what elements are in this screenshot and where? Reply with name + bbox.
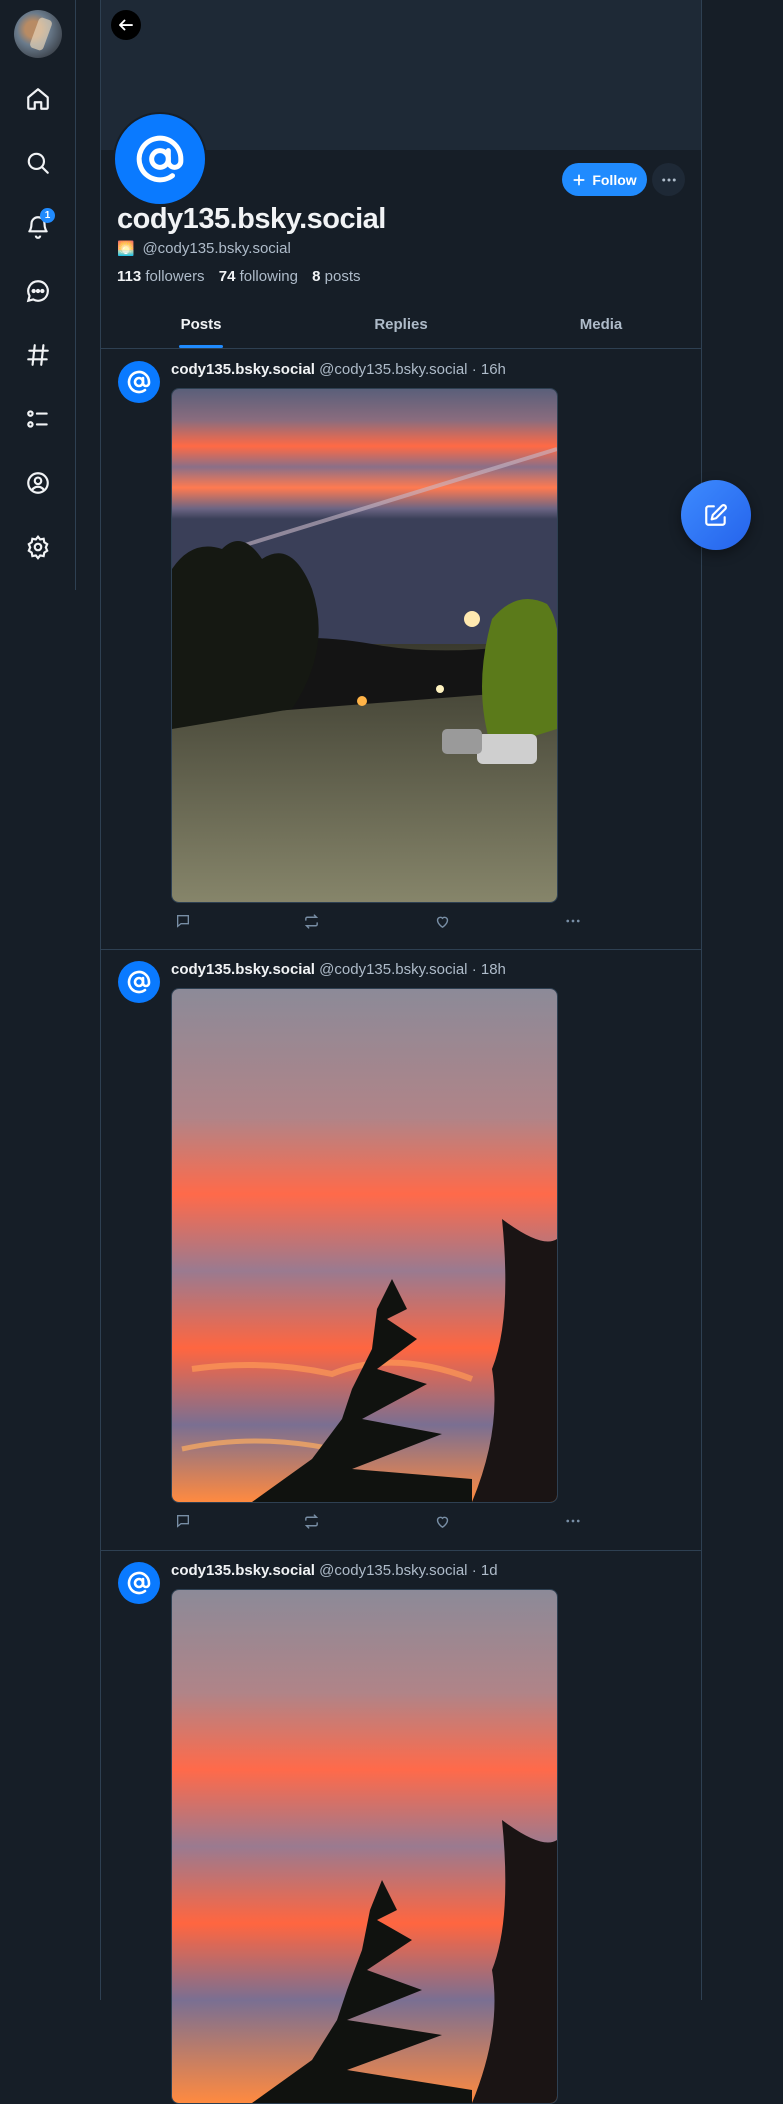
chat-icon [26,280,49,303]
profile-more-button[interactable] [652,163,685,196]
notification-badge: 1 [40,208,55,223]
settings-icon [27,534,49,560]
profile-handle-row: 🌅 @cody135.bsky.social [117,240,291,257]
profile-display-name: cody135.bsky.social [117,203,386,235]
post-author-avatar[interactable] [118,361,160,403]
profile-icon [27,472,49,494]
comment-icon [177,915,189,928]
chat-nav-button[interactable] [13,266,63,316]
followers-label[interactable]: followers [145,268,204,285]
feed-post[interactable]: cody135.bsky.social @cody135.bsky.social… [101,349,701,950]
post-header: cody135.bsky.social @cody135.bsky.social… [171,961,506,978]
sunset-street-photo [172,389,557,902]
back-button[interactable] [111,10,141,40]
profile-handle: @cody135.bsky.social [142,240,291,257]
following-label[interactable]: following [240,268,298,285]
feeds-nav-button[interactable] [13,330,63,380]
list-icon [27,410,48,428]
at-sign-icon [127,370,151,394]
repost-icon [304,1513,318,1529]
profile-nav-button[interactable] [13,458,63,508]
profile-avatar[interactable] [113,112,207,206]
post-timestamp[interactable]: · 18h [472,961,506,978]
post-author-name[interactable]: cody135.bsky.social [171,961,315,978]
home-nav-button[interactable] [13,74,63,124]
post-author-handle: @cody135.bsky.social [319,361,468,378]
tab-posts[interactable]: Posts [101,306,301,348]
lists-nav-button[interactable] [13,394,63,444]
ellipsis-icon [661,178,676,181]
post-author-handle: @cody135.bsky.social [319,961,468,978]
repost-button[interactable] [299,1509,323,1533]
hashtag-icon [27,344,49,366]
compose-icon [705,504,727,526]
post-timestamp[interactable]: · 16h [472,361,506,378]
post-more-button[interactable] [561,909,585,933]
post-image[interactable] [171,988,558,1503]
plus-icon [573,173,585,186]
at-sign-icon [127,1571,151,1595]
home-icon [27,88,49,110]
post-actions [171,909,591,933]
ellipsis-icon [566,1519,580,1523]
like-button[interactable] [430,1509,454,1533]
search-icon [27,152,49,174]
post-header: cody135.bsky.social @cody135.bsky.social… [171,361,506,378]
left-nav-rail: 1 [0,0,76,590]
post-timestamp[interactable]: · 1d [472,1562,498,1579]
post-author-name[interactable]: cody135.bsky.social [171,1562,315,1579]
arrow-left-icon [119,19,133,31]
posts-label: posts [324,268,361,285]
at-sign-icon [136,135,184,183]
sunset-sky-photo [172,1590,557,2103]
post-image[interactable] [171,388,558,903]
like-button[interactable] [430,909,454,933]
follow-button-label: Follow [592,171,637,188]
post-author-name[interactable]: cody135.bsky.social [171,361,315,378]
sunrise-emoji-icon: 🌅 [117,240,135,256]
profile-tabs: Posts Replies Media [101,306,701,349]
repost-button[interactable] [299,909,323,933]
sunset-sky-photo [172,989,557,1502]
post-author-avatar[interactable] [118,961,160,1003]
tab-media[interactable]: Media [501,306,701,348]
heart-icon [436,1516,448,1528]
followers-count: 113 [117,268,142,285]
comment-icon [177,1515,189,1528]
post-actions [171,1509,591,1533]
posts-count: 8 [312,268,321,285]
current-user-avatar[interactable] [14,10,62,58]
at-sign-icon [127,970,151,994]
heart-icon [436,916,448,928]
post-author-avatar[interactable] [118,1562,160,1604]
settings-nav-button[interactable] [13,522,63,572]
profile-stats: 113 followers 74 following 8 posts [117,268,361,285]
tab-replies[interactable]: Replies [301,306,501,348]
feed-post[interactable]: cody135.bsky.social @cody135.bsky.social… [101,1550,701,2104]
feed-post[interactable]: cody135.bsky.social @cody135.bsky.social… [101,949,701,1551]
post-image[interactable] [171,1589,558,2104]
follow-button[interactable]: Follow [562,163,647,196]
repost-icon [304,913,318,929]
ellipsis-icon [566,919,580,923]
compose-post-button[interactable] [681,480,751,550]
post-more-button[interactable] [561,1509,585,1533]
profile-main-column: Follow cody135.bsky.social 🌅 @cody135.bs… [100,0,702,2104]
search-nav-button[interactable] [13,138,63,188]
following-count: 74 [218,268,236,285]
reply-button[interactable] [171,909,195,933]
reply-button[interactable] [171,1509,195,1533]
post-author-handle: @cody135.bsky.social [319,1562,468,1579]
post-header: cody135.bsky.social @cody135.bsky.social… [171,1562,498,1579]
notifications-nav-button[interactable]: 1 [13,202,63,252]
